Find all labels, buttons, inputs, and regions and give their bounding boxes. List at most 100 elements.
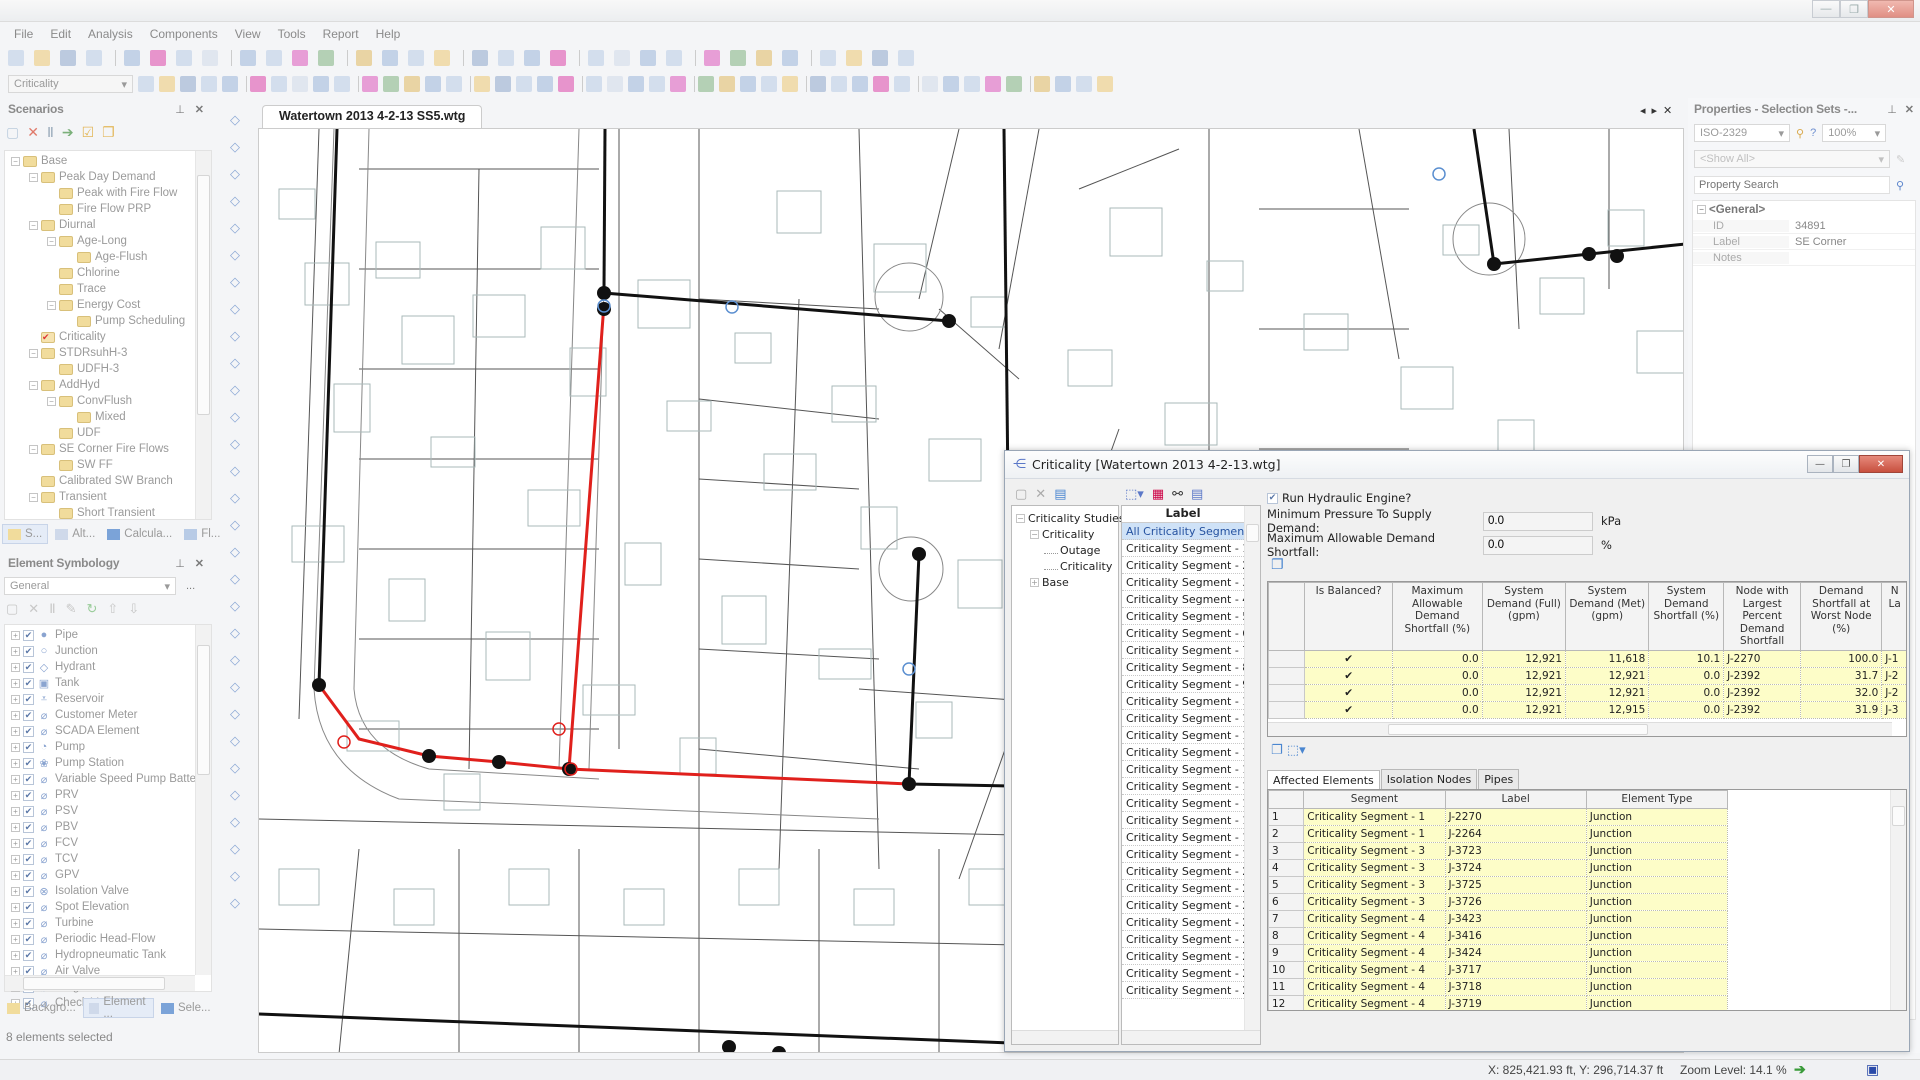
segment-list-item[interactable]: Criticality Segment - 16: [1122, 795, 1256, 812]
table-row[interactable]: 10 Criticality Segment - 4 J-3717 Junction: [1268, 960, 1729, 979]
cell-balanced[interactable]: ✔: [1304, 667, 1393, 685]
expand-icon[interactable]: +: [11, 934, 20, 944]
toolbar-button-icon[interactable]: [607, 76, 623, 92]
segment-list-item[interactable]: Criticality Segment - 23: [1122, 914, 1256, 931]
toolbar-button-icon[interactable]: [266, 50, 282, 66]
close-panel-icon[interactable]: ✕: [195, 104, 204, 116]
toolbar-button-icon[interactable]: [628, 76, 644, 92]
toolbar-button-icon[interactable]: [250, 76, 266, 92]
table-row[interactable]: 9 Criticality Segment - 4 J-3424 Junction: [1268, 943, 1729, 962]
toolbar-button-icon[interactable]: [649, 76, 665, 92]
segment-list-item[interactable]: Criticality Segment - 22: [1122, 897, 1256, 914]
symbology-item[interactable]: + ✔ ⌀ Customer Meter: [11, 707, 211, 723]
cell-type[interactable]: Junction: [1586, 944, 1729, 962]
filter-combo[interactable]: <Show All> ▾: [1694, 150, 1890, 168]
junction-node[interactable]: [597, 286, 611, 300]
symbology-item[interactable]: + ✔ ⌀ SCADA Element: [11, 723, 211, 739]
toolbar-button-icon[interactable]: [810, 76, 826, 92]
rename-icon[interactable]: Ⅱ: [47, 124, 54, 141]
tree-item[interactable]: Fire Flow PRP: [11, 201, 211, 217]
symbology-item[interactable]: + ✔ ⌀ FCV: [11, 835, 211, 851]
symbology-item[interactable]: + ✔ ⊗ Isolation Valve: [11, 883, 211, 899]
toolbar-button-icon[interactable]: [495, 76, 511, 92]
segment-list-item[interactable]: Criticality Segment - 21: [1122, 880, 1256, 897]
periodic-tool-icon[interactable]: ◇: [230, 706, 240, 722]
expand-icon[interactable]: +: [11, 854, 20, 864]
valve-tool-icon[interactable]: ◇: [230, 463, 240, 479]
toolbar-button-icon[interactable]: [985, 76, 1001, 92]
row-number[interactable]: 12: [1268, 994, 1305, 1010]
expand-icon[interactable]: +: [11, 646, 20, 656]
cell-max_short[interactable]: 0.0: [1392, 684, 1483, 702]
symbology-item[interactable]: + ✔ ▣ Tank: [11, 675, 211, 691]
expand-icon[interactable]: +: [11, 742, 20, 752]
select-in-drawing-icon[interactable]: ⬚▾: [1287, 743, 1306, 758]
menu-help[interactable]: Help: [376, 27, 401, 41]
row-number[interactable]: 1: [1268, 807, 1305, 826]
prv-tool-icon[interactable]: ◇: [230, 490, 240, 506]
panel-tab[interactable]: Calcula...: [102, 524, 177, 544]
toolbar-button-icon[interactable]: [434, 50, 450, 66]
study-tree-item[interactable]: − Criticality Studies: [1016, 510, 1125, 526]
horizontal-scrollbar[interactable]: [5, 975, 195, 991]
cell-worst[interactable]: 100.0: [1800, 650, 1883, 668]
table-row[interactable]: 5 Criticality Segment - 3 J-3725 Junction: [1268, 875, 1729, 894]
symbology-item[interactable]: + ✔ ⌀ Hydropneumatic Tank: [11, 947, 211, 963]
visibility-checkbox[interactable]: ✔: [23, 677, 34, 689]
zoom-combo[interactable]: 100% ▾: [1822, 124, 1887, 142]
tree-item[interactable]: UDF: [11, 425, 211, 441]
visibility-checkbox[interactable]: ✔: [23, 949, 34, 961]
pin-icon[interactable]: ⊥: [175, 104, 185, 116]
minimize-button[interactable]: —: [1812, 0, 1840, 18]
symbology-item[interactable]: + ✔ ⌀ PSV: [11, 803, 211, 819]
toolbar-button-icon[interactable]: [614, 50, 630, 66]
expand-icon[interactable]: +: [11, 630, 20, 640]
toolbar-button-icon[interactable]: [202, 50, 218, 66]
delete-icon[interactable]: ✕: [1035, 487, 1046, 502]
spot-tool-icon[interactable]: ◇: [230, 679, 240, 695]
segment-list-item[interactable]: Criticality Segment - 27: [1122, 982, 1256, 999]
visibility-checkbox[interactable]: ✔: [23, 725, 34, 737]
toolbar-button-icon[interactable]: [852, 76, 868, 92]
pipe[interactable]: [603, 291, 950, 323]
junction-node[interactable]: [422, 749, 436, 763]
tree-item[interactable]: − Peak Day Demand: [11, 169, 211, 185]
toolbar-button-icon[interactable]: [524, 50, 540, 66]
expand-icon[interactable]: +: [11, 822, 20, 832]
cell-worst[interactable]: 31.7: [1800, 667, 1883, 685]
edit-icon[interactable]: ✎: [66, 601, 77, 617]
tree-item[interactable]: ✔ Criticality: [11, 329, 211, 345]
new-icon[interactable]: ▢: [1015, 487, 1027, 502]
cell-extra[interactable]: J-2: [1881, 667, 1906, 685]
close-panel-icon[interactable]: ✕: [1905, 104, 1914, 116]
expand-icon[interactable]: +: [11, 806, 20, 816]
cell-met[interactable]: 11,618: [1565, 650, 1650, 668]
scenarios-scrollbar[interactable]: [195, 151, 211, 519]
refresh-icon[interactable]: ↻: [87, 601, 98, 617]
pump-box-tool-icon[interactable]: ◇: [230, 382, 240, 398]
column-header[interactable]: Element Type: [1585, 790, 1729, 809]
toolbar-button-icon[interactable]: [124, 50, 140, 66]
tree-item[interactable]: − ConvFlush: [11, 393, 211, 409]
toolbar-button-icon[interactable]: [586, 76, 602, 92]
panel-tab[interactable]: Element ...: [82, 996, 154, 1020]
tree-item[interactable]: − Transient: [11, 489, 211, 505]
symbology-item[interactable]: + ✔ ⌀ Turbine: [11, 915, 211, 931]
surge-tool-icon[interactable]: ◇: [230, 760, 240, 776]
toolbar-button-icon[interactable]: [761, 76, 777, 92]
toolbar-button-icon[interactable]: [292, 50, 308, 66]
row-header[interactable]: [1268, 667, 1306, 685]
pointer-tool-icon[interactable]: ◇: [230, 112, 240, 128]
max-shortfall-input[interactable]: [1483, 535, 1593, 555]
segment-list-item[interactable]: Criticality Segment - 3: [1122, 574, 1249, 591]
save-icon[interactable]: ▣: [1866, 1061, 1879, 1078]
segment-list-item[interactable]: Criticality Segment - 19: [1122, 846, 1256, 863]
symbology-item[interactable]: + ✔ ⌀ GPV: [11, 867, 211, 883]
collapse-icon[interactable]: −: [29, 348, 38, 358]
tree-item[interactable]: − SE Corner Fire Flows: [11, 441, 211, 457]
visibility-checkbox[interactable]: ✔: [23, 789, 34, 801]
segment-list-item[interactable]: Criticality Segment - 13: [1122, 744, 1256, 761]
cell-label[interactable]: J-2270: [1445, 808, 1587, 826]
symbology-item[interactable]: + ✔ ◇ Hydrant: [11, 659, 211, 675]
expand-icon[interactable]: −: [1030, 529, 1039, 539]
